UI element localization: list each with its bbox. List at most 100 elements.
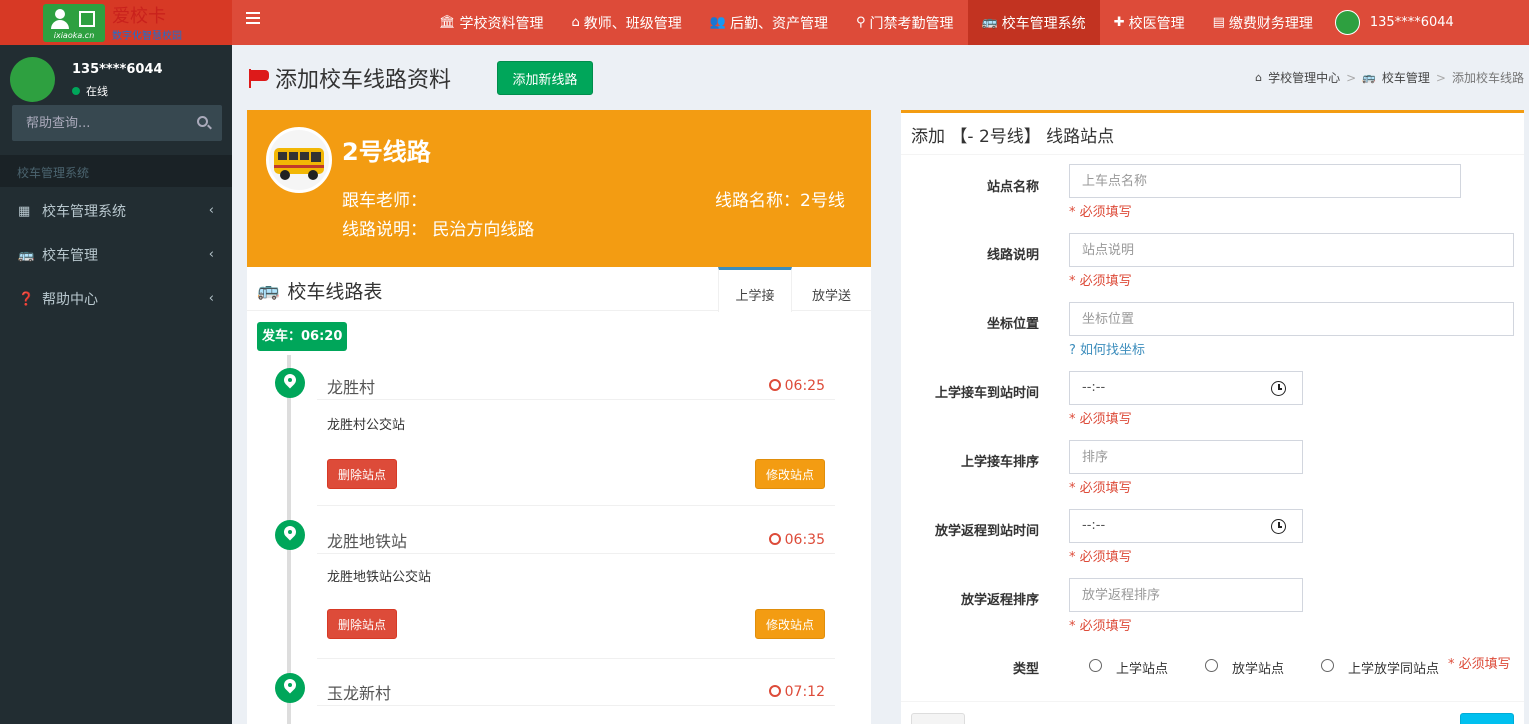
nav-school-bus[interactable]: 🚌 校车管理系统 [967, 0, 1100, 45]
required-hint: * 必须填写 [1448, 657, 1511, 672]
person-icon: ⚲ [855, 15, 866, 30]
nav-user-name: 135****6044 [1369, 15, 1454, 30]
flag-icon [247, 67, 269, 89]
stop-description: 龙胜村公交站 [327, 418, 406, 433]
nav-logistics[interactable]: 👥 后勤、资产管理 [696, 0, 842, 45]
station-name-input[interactable] [1069, 164, 1461, 198]
users-icon: 👥 [709, 15, 726, 30]
user-status: 在线 [72, 83, 108, 99]
add-route-button[interactable]: 添加新线路 [497, 61, 593, 95]
clock-icon[interactable] [1271, 381, 1286, 396]
home-icon: ⌂ [1255, 71, 1263, 84]
avatar-image [10, 57, 55, 102]
breadcrumb-bus-management[interactable]: 校车管理 [1382, 69, 1430, 86]
delete-stop-button[interactable]: 删除站点 [327, 459, 397, 489]
page-title: 添加校车线路资料 [247, 62, 451, 94]
logo-subtitle: 数字化智慧校园 [112, 31, 182, 42]
pm-time-input[interactable]: --:-- [1069, 509, 1303, 543]
avatar [10, 57, 55, 102]
nav-school-doctor[interactable]: ✚ 校医管理 [1100, 0, 1199, 45]
sidebar: 135****6044 在线 校车管理系统 ▦校车管理系统‹ 🚌校车管理‹ ❓帮… [0, 45, 232, 724]
nav-teacher-class[interactable]: ⌂ 教师、班级管理 [558, 0, 696, 45]
user-panel: 135****6044 在线 [0, 45, 232, 102]
stop-name: 龙胜村 [327, 378, 376, 397]
type-radio-afternoon[interactable] [1205, 659, 1218, 672]
type-option-afternoon: 放学站点 [1232, 662, 1285, 677]
route-card: 2号线路 跟车老师： 线路名称：2号线 线路说明： 民治方向线路 🚌 校车线路表 … [247, 110, 871, 724]
line-desc-input[interactable] [1069, 233, 1514, 267]
bank-icon: 🏛 [439, 15, 456, 30]
stop-name: 玉龙新村 [327, 684, 392, 703]
page-title-text: 添加校车线路资料 [275, 68, 452, 93]
coords-label: 坐标位置 [986, 317, 1039, 332]
tab-afternoon-dropoff[interactable]: 放学送 [792, 267, 871, 311]
route-header: 2号线路 跟车老师： 线路名称：2号线 线路说明： 民治方向线路 [247, 110, 871, 267]
sidebar-item-bus-system[interactable]: ▦ 校车管理系统 ‹ [0, 189, 232, 233]
bus-icon: 🚌 [18, 247, 35, 263]
list-item: 龙胜地铁站 06:35 龙胜地铁站公交站 删除站点 修改站点 [317, 528, 835, 659]
route-tab-bar: 🚌 校车线路表 上学接 放学送 [247, 267, 871, 312]
question-icon: ❓ [18, 291, 35, 307]
type-option-both: 上学放学同站点 [1348, 662, 1440, 677]
form-title: 添加 【- 2号线】 线路站点 [911, 127, 1115, 147]
nav-school-info[interactable]: 🏛 学校资料管理 [425, 0, 558, 45]
sidebar-menu: ▦ 校车管理系统 ‹ 🚌 校车管理 ‹ ❓ 帮助中心 ‹ [0, 189, 232, 321]
am-order-input[interactable] [1069, 440, 1303, 474]
chevron-left-icon: ‹ [208, 203, 214, 218]
nav-access-control[interactable]: ⚲ 门禁考勤管理 [842, 0, 968, 45]
sidebar-item-bus-management[interactable]: 🚌 校车管理 ‹ [0, 233, 232, 277]
line-desc-label: 线路说明 [986, 248, 1039, 263]
pm-order-input[interactable] [1069, 578, 1303, 612]
card-icon: ▤ [1212, 15, 1225, 30]
sidebar-item-help-center[interactable]: ❓ 帮助中心 ‹ [0, 277, 232, 321]
logo-site: ixiaoka.cn [53, 31, 95, 40]
stop-description: 龙胜地铁站公交站 [327, 570, 432, 585]
breadcrumb-current: 添加校车线路 [1451, 71, 1524, 85]
find-coords-link[interactable]: ? 如何找坐标 [1069, 339, 1145, 358]
required-hint: * 必须填写 [1069, 550, 1132, 565]
nav-user-menu[interactable]: 135****6044 [1327, 0, 1454, 45]
map-marker-icon [275, 520, 305, 550]
list-item: 龙胜村 06:25 龙胜村公交站 删除站点 修改站点 [317, 374, 835, 506]
map-marker-icon [275, 368, 305, 398]
school-bus-image [266, 127, 332, 193]
sidebar-section-header: 校车管理系统 [0, 155, 232, 187]
logo-badge: ixiaoka.cn [43, 4, 105, 42]
type-radio-both[interactable] [1321, 659, 1334, 672]
stop-time: 06:25 [768, 378, 825, 394]
help-search-input[interactable] [12, 105, 187, 141]
clock-icon [768, 533, 781, 545]
edit-stop-button[interactable]: 修改站点 [755, 459, 825, 489]
bus-icon: 🚌 [981, 15, 998, 30]
top-header: ixiaoka.cn 爱校卡 数字化智慧校园 🏛 学校资料管理 ⌂ 教师、班级管理 … [0, 0, 1529, 45]
chevron-left-icon: ‹ [208, 291, 214, 306]
breadcrumb-school-center[interactable]: 学校管理中心 [1268, 69, 1340, 86]
required-hint: * 必须填写 [1069, 481, 1132, 496]
edit-stop-button[interactable]: 修改站点 [755, 609, 825, 639]
map-marker-icon [275, 673, 305, 703]
required-hint: * 必须填写 [1069, 619, 1132, 634]
table-icon: ▦ [18, 203, 31, 219]
qr-code-icon [79, 11, 95, 27]
reset-button[interactable]: 重置 [911, 713, 965, 724]
stop-time: 06:35 [768, 532, 825, 548]
list-item: 玉龙新村 07:12 [317, 680, 835, 724]
tab-morning-pickup[interactable]: 上学接 [718, 267, 792, 312]
coords-input[interactable] [1069, 302, 1514, 336]
sidebar-search [12, 105, 222, 141]
nav-finance[interactable]: ▤ 缴费财务理理 [1199, 0, 1327, 45]
delete-stop-button[interactable]: 删除站点 [327, 609, 397, 639]
submit-button[interactable]: 提交 [1460, 713, 1514, 724]
search-icon[interactable] [197, 116, 208, 127]
am-time-input[interactable]: --:-- [1069, 371, 1303, 405]
home-icon: ⌂ [571, 15, 580, 30]
user-avatar [1334, 10, 1360, 35]
clock-icon[interactable] [1271, 519, 1286, 534]
school-bus-icon [269, 130, 329, 190]
am-time-label: 上学接车到站时间 [934, 386, 1039, 401]
logo[interactable]: ixiaoka.cn 爱校卡 数字化智慧校园 [0, 0, 232, 45]
menu-toggle-icon[interactable] [246, 12, 260, 24]
type-label: 类型 [1012, 662, 1039, 677]
type-radio-morning[interactable] [1089, 659, 1102, 672]
route-line-name: 线路名称：2号线 [715, 191, 845, 211]
